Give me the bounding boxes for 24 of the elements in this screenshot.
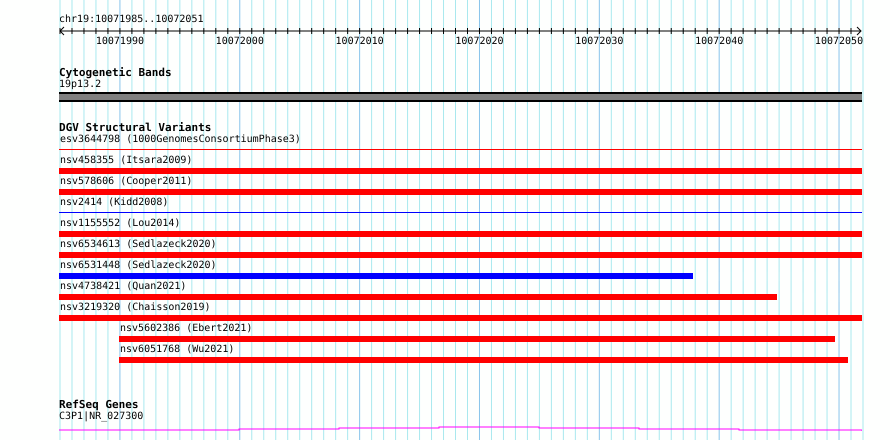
feature-label: nsv5602386 (Ebert2021) xyxy=(120,323,252,335)
feature-label: nsv1155552 (Lou2014) xyxy=(60,218,180,230)
feature-label: nsv3219320 (Chaisson2019) xyxy=(60,302,211,314)
feature-label: nsv458355 (Itsara2009) xyxy=(60,155,192,167)
feature-label: nsv578606 (Cooper2011) xyxy=(60,176,192,188)
ruler-label: 10072020 xyxy=(455,36,504,48)
feature-label: nsv6534613 (Sedlazeck2020) xyxy=(60,239,217,251)
gene-label: C3P1|NR_027300 xyxy=(59,411,144,423)
ruler-label: 10071990 xyxy=(96,36,144,48)
feature-label: esv3644798 (1000GenomesConsortiumPhase3) xyxy=(60,134,301,146)
feature-label: nsv2414 (Kidd2008) xyxy=(60,197,168,209)
ruler-label: 10072050 xyxy=(814,36,864,48)
ruler-label: 10072030 xyxy=(575,36,624,48)
ruler-label: 10072010 xyxy=(336,36,384,48)
track-title: RefSeq Genes xyxy=(59,399,138,411)
ruler-label: 10072000 xyxy=(216,36,264,48)
track-title: DGV Structural Variants xyxy=(59,122,212,134)
ruler-label: 10072040 xyxy=(695,36,744,48)
feature-label: nsv4738421 (Quan2021) xyxy=(60,281,186,293)
band-label: 19p13.2 xyxy=(59,79,102,91)
feature-label: nsv6531448 (Sedlazeck2020) xyxy=(60,260,217,272)
location-text: chr19:10071985..10072051 xyxy=(59,14,204,26)
feature-label: nsv6051768 (Wu2021) xyxy=(120,344,234,356)
track-title: Cytogenetic Bands xyxy=(59,67,172,79)
